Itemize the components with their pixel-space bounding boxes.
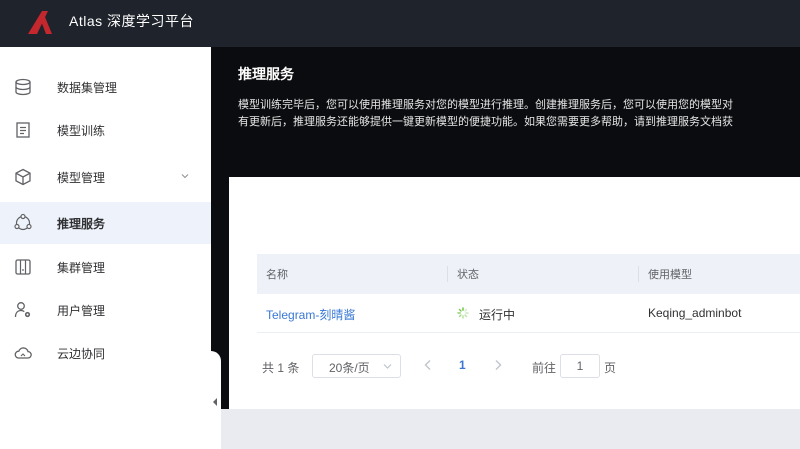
collapse-arrow-icon[interactable] — [212, 397, 218, 407]
table-header: 名称 状态 使用模型 — [257, 254, 800, 294]
document-icon — [16, 122, 30, 138]
service-name-link[interactable]: Telegram-刻晴酱 — [266, 306, 355, 323]
sidebar-item-models[interactable]: 模型管理 — [0, 156, 211, 198]
banner-desc-line-2: 有更新后，推理服务还能够提供一键更新模型的便捷功能。如果您需要更多帮助，请到推理… — [238, 116, 733, 128]
sidebar-item-label: 云边协同 — [57, 347, 106, 361]
column-divider — [447, 266, 448, 282]
sidebar-item-label: 集群管理 — [57, 261, 106, 275]
sidebar-item-label: 推理服务 — [57, 217, 106, 231]
column-divider — [638, 266, 639, 282]
column-header-model: 使用模型 — [648, 269, 692, 281]
app-title: Atlas 深度学习平台 — [69, 13, 195, 29]
chevron-down-icon — [383, 364, 392, 369]
sidebar-item-label: 模型管理 — [57, 171, 106, 185]
loading-spinner-icon — [457, 307, 469, 319]
sidebar-item-label: 模型训练 — [57, 124, 106, 138]
sidebar-item-training[interactable]: 模型训练 — [0, 109, 211, 151]
top-bar: Atlas 深度学习平台 — [0, 0, 800, 47]
total-count: 共 1 条 — [262, 361, 300, 375]
banner-desc-line-1: 模型训练完毕后，您可以使用推理服务对您的模型进行推理。创建推理服务后，您可以使用… — [238, 99, 733, 111]
column-header-name: 名称 — [266, 269, 288, 281]
page-size-select[interactable]: 20条/页 — [312, 354, 401, 378]
status-text: 运行中 — [479, 308, 516, 322]
goto-suffix: 页 — [604, 361, 617, 375]
cube-icon — [15, 168, 31, 186]
sidebar-item-users[interactable]: 用户管理 — [0, 289, 211, 331]
model-name: Keqing_adminbot — [648, 306, 742, 320]
sidebar-item-label: 数据集管理 — [57, 81, 118, 95]
cloud-icon — [14, 347, 32, 359]
sidebar-item-label: 用户管理 — [57, 304, 106, 318]
network-icon — [14, 213, 32, 231]
atlas-logo-icon[interactable] — [26, 9, 54, 35]
page-title: 推理服务 — [238, 66, 294, 82]
server-icon — [15, 259, 31, 275]
sidebar-item-datasets[interactable]: 数据集管理 — [0, 66, 211, 108]
page-number-current[interactable]: 1 — [459, 358, 466, 372]
chevron-down-icon[interactable] — [180, 171, 190, 181]
sidebar-item-clusters[interactable]: 集群管理 — [0, 246, 211, 288]
goto-page-input[interactable] — [560, 354, 600, 378]
pagination: 共 1 条 20条/页 1 前往 页 — [257, 352, 800, 380]
page-background — [221, 409, 800, 449]
sidebar-item-cloud-edge[interactable]: 云边协同 — [0, 332, 211, 374]
table-row: Telegram-刻晴酱 运行中 Keqing_adminbot — [257, 294, 800, 333]
inference-banner: 推理服务 模型训练完毕后，您可以使用推理服务对您的模型进行推理。创建推理服务后，… — [211, 47, 800, 177]
sidebar-item-inference[interactable]: 推理服务 — [0, 202, 211, 244]
database-icon — [15, 78, 31, 96]
page-size-value: 20条/页 — [329, 361, 370, 375]
prev-page-icon[interactable] — [423, 359, 433, 371]
user-gear-icon — [14, 302, 31, 318]
column-header-status: 状态 — [457, 269, 479, 281]
banner-description: 模型训练完毕后，您可以使用推理服务对您的模型进行推理。创建推理服务后，您可以使用… — [238, 97, 798, 131]
next-page-icon[interactable] — [493, 359, 503, 371]
goto-label: 前往 — [532, 361, 557, 375]
